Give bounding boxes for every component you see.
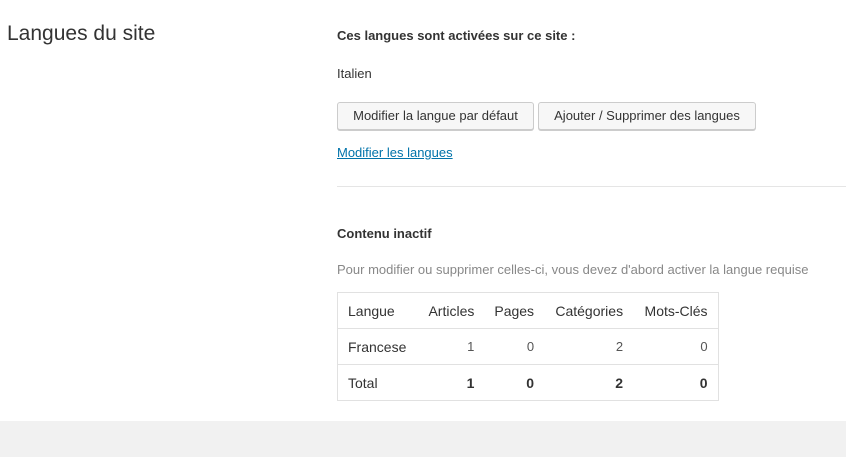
inactive-content-description: Pour modifier ou supprimer celles-ci, vo… — [337, 262, 809, 277]
cell-language: Francese — [337, 328, 417, 365]
cell-mots-cles: 0 — [633, 328, 719, 365]
table-header-row: Langue Articles Pages Catégories Mots-Cl… — [337, 292, 719, 329]
column-header-articles: Articles — [416, 292, 485, 329]
active-languages-heading: Ces langues sont activées sur ce site : — [337, 28, 576, 43]
total-articles: 1 — [466, 374, 475, 391]
cell-pages: 0 — [484, 328, 545, 365]
page-title: Langues du site — [7, 22, 156, 45]
edit-languages-link[interactable]: Modifier les langues — [337, 145, 453, 160]
cell-articles: 1 — [416, 328, 485, 365]
column-header-langue: Langue — [337, 292, 417, 329]
column-header-categories: Catégories — [544, 292, 634, 329]
inactive-content-table: Langue Articles Pages Catégories Mots-Cl… — [337, 292, 719, 401]
inactive-content-heading: Contenu inactif — [337, 226, 432, 241]
table-row: Francese 1 0 2 0 — [337, 328, 719, 365]
set-default-language-button[interactable]: Modifier la langue par défaut — [337, 102, 534, 130]
add-remove-languages-button[interactable]: Ajouter / Supprimer des langues — [538, 102, 756, 130]
column-header-pages: Pages — [484, 292, 545, 329]
total-label: Total — [348, 374, 378, 391]
total-categories: 2 — [615, 374, 624, 391]
column-header-mots-cles: Mots-Clés — [633, 292, 719, 329]
cell-categories: 2 — [544, 328, 634, 365]
section-divider — [337, 186, 846, 187]
active-language-italien: Italien — [337, 66, 372, 81]
total-pages: 0 — [526, 374, 535, 391]
total-mots-cles: 0 — [699, 374, 708, 391]
table-total-row: Total 1 0 2 0 — [338, 365, 719, 401]
footer-area — [0, 421, 846, 457]
